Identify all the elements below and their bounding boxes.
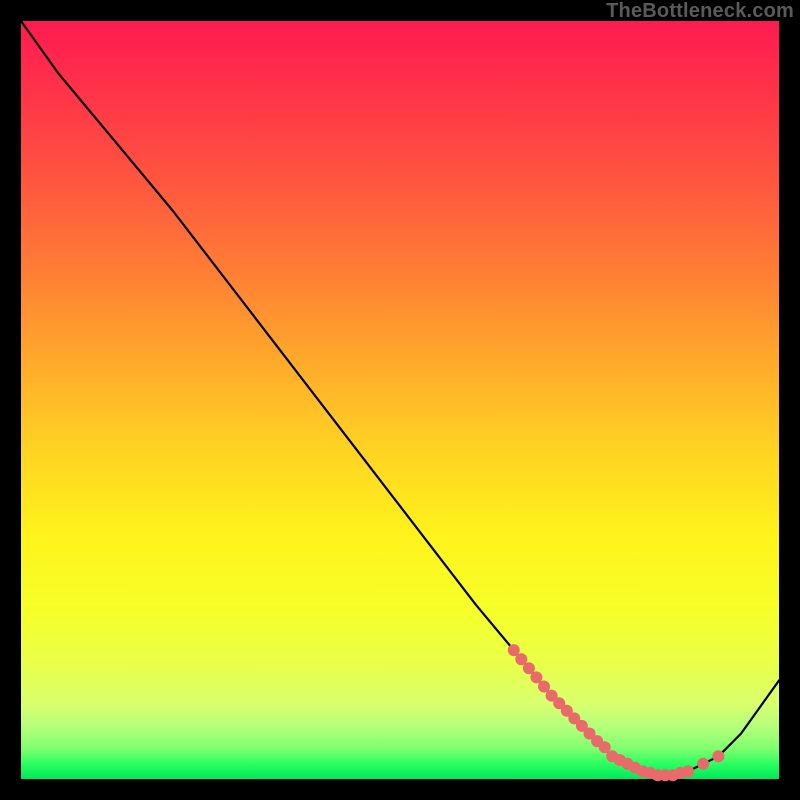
marker-dot bbox=[697, 758, 709, 770]
highlight-markers bbox=[508, 644, 725, 781]
main-curve bbox=[21, 21, 779, 775]
marker-dot bbox=[682, 765, 694, 777]
watermark-label: TheBottleneck.com bbox=[606, 0, 794, 23]
marker-dot bbox=[712, 750, 724, 762]
chart-plot bbox=[21, 21, 779, 779]
chart-frame: TheBottleneck.com bbox=[0, 0, 800, 800]
